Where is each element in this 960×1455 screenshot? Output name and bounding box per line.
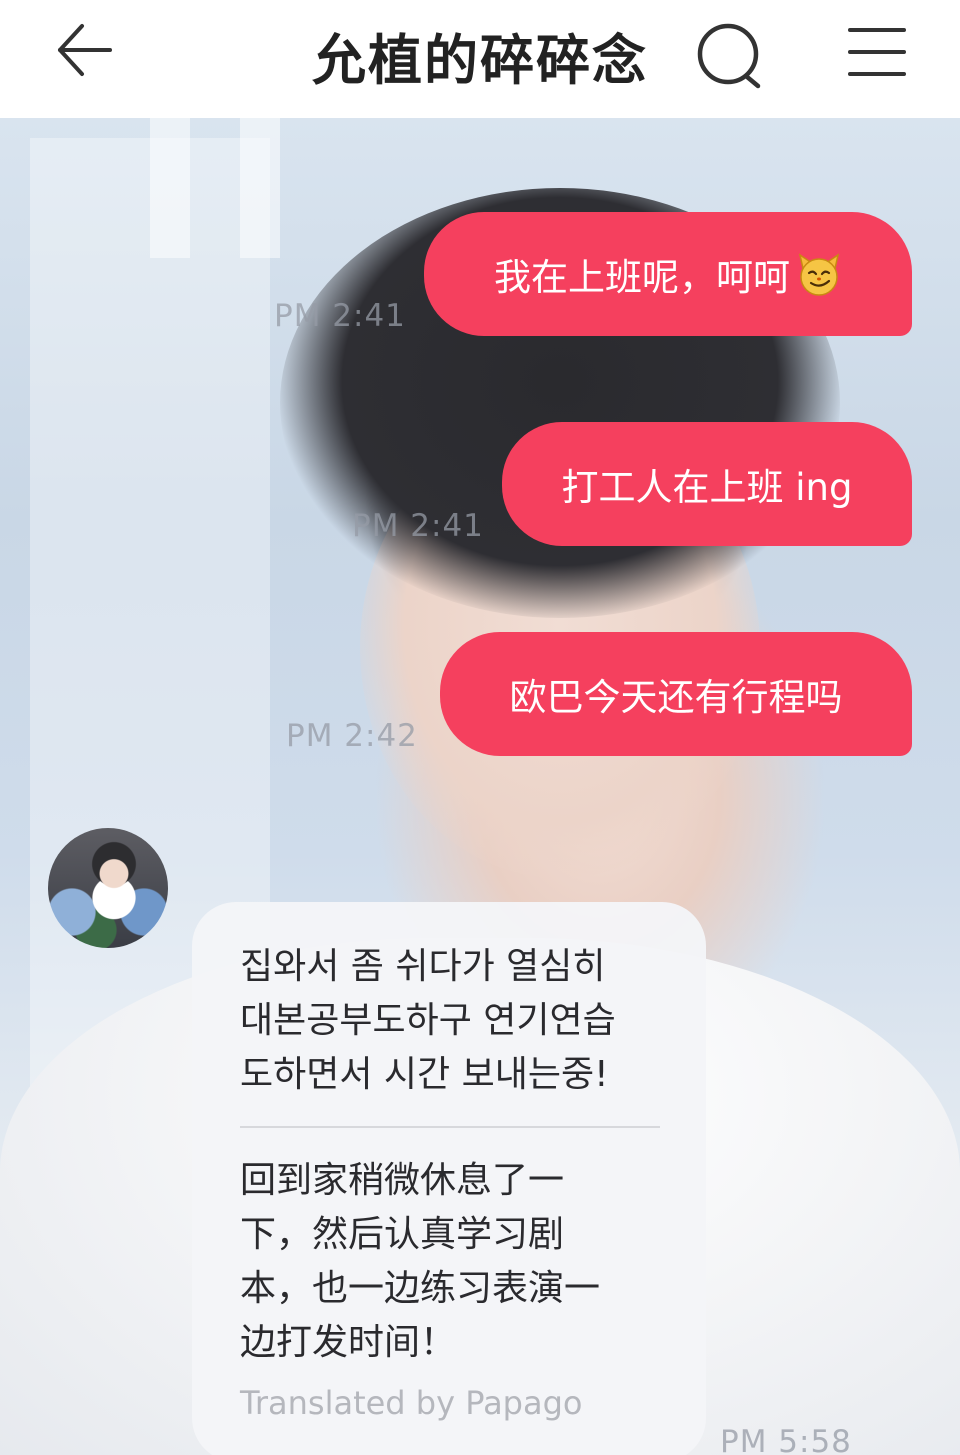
original-line: 집와서 좀 쉬다가 열심히 bbox=[240, 946, 606, 987]
timestamp: PM 2:41 bbox=[352, 508, 484, 544]
sent-message-bubble[interactable]: 我在上班呢，呵呵 bbox=[424, 212, 912, 336]
sent-message-bubble[interactable]: 打工人在上班 ing bbox=[502, 422, 912, 546]
sent-message-bubble[interactable]: 欧巴今天还有行程吗 bbox=[440, 632, 912, 756]
translated-line: 下，然后认真学习剧 bbox=[240, 1214, 565, 1255]
translation-credit: Translated by Papago bbox=[240, 1384, 583, 1422]
translated-message-text: 回到家稍微休息了一 下，然后认真学习剧 本，也一边练习表演一 边打发时间！ bbox=[240, 1154, 660, 1370]
message-text: 我在上班呢，呵呵 bbox=[494, 256, 790, 299]
header-bar: 允植的碎碎念 bbox=[0, 0, 960, 118]
translated-line: 边打发时间！ bbox=[240, 1322, 457, 1363]
message-text: 欧巴今天还有行程吗 bbox=[509, 676, 843, 719]
divider bbox=[240, 1126, 660, 1128]
translated-line: 本，也一边练习表演一 bbox=[240, 1268, 601, 1309]
search-icon[interactable] bbox=[694, 18, 766, 90]
message-text: 打工人在上班 ing bbox=[561, 466, 853, 509]
background-window bbox=[150, 118, 190, 258]
background-window bbox=[240, 118, 280, 258]
timestamp: PM 5:58 bbox=[720, 1424, 852, 1455]
page-title: 允植的碎碎念 bbox=[312, 29, 648, 92]
avatar[interactable] bbox=[48, 828, 168, 948]
timestamp: PM 2:41 bbox=[274, 298, 406, 334]
smirking-cat-icon bbox=[796, 251, 842, 297]
menu-icon[interactable] bbox=[846, 22, 908, 82]
original-message-text: 집와서 좀 쉬다가 열심히 대본공부도하구 연기연습 도하면서 시간 보내는중! bbox=[240, 940, 660, 1102]
original-line: 도하면서 시간 보내는중! bbox=[240, 1054, 609, 1095]
received-message-bubble[interactable]: 집와서 좀 쉬다가 열심히 대본공부도하구 연기연습 도하면서 시간 보내는중!… bbox=[192, 902, 706, 1455]
translated-line: 回到家稍微休息了一 bbox=[240, 1160, 565, 1201]
original-line: 대본공부도하구 연기연습 bbox=[240, 1000, 616, 1041]
timestamp: PM 2:42 bbox=[286, 718, 418, 754]
